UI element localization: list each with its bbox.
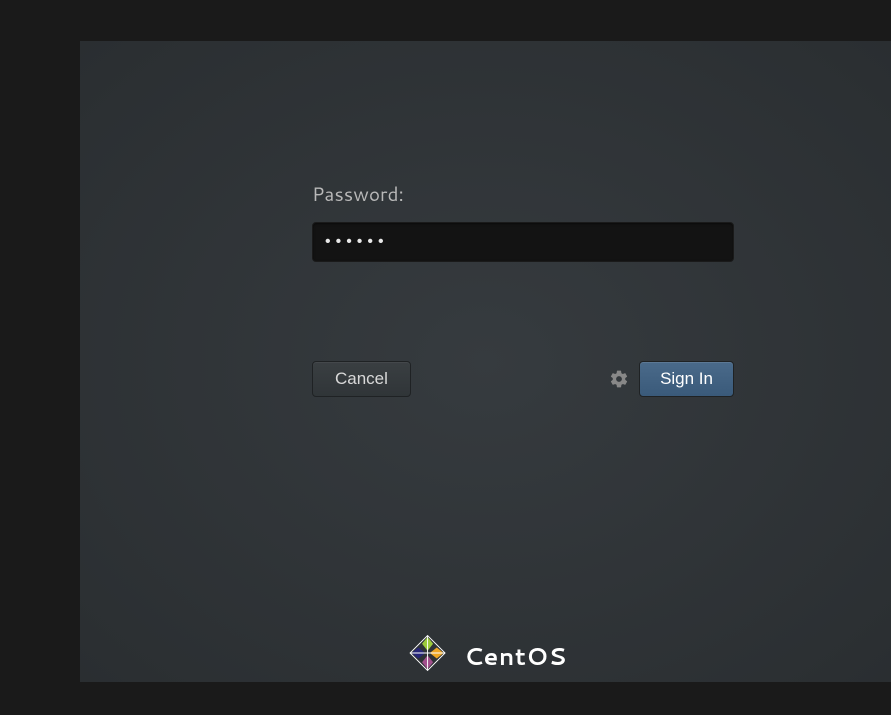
centos-logo-text: CentOS <box>464 639 567 673</box>
centos-branding: CentOS <box>404 630 567 682</box>
right-button-group: Sign In <box>609 361 734 397</box>
signin-button[interactable]: Sign In <box>639 361 734 397</box>
centos-logo-icon <box>404 630 450 682</box>
password-label: Password: <box>312 181 734 208</box>
login-form: Password: <box>312 181 734 262</box>
cancel-button[interactable]: Cancel <box>312 361 411 397</box>
gear-icon[interactable] <box>609 369 629 389</box>
login-panel: Password: Cancel Sign In <box>80 41 891 682</box>
button-row: Cancel Sign In <box>312 361 734 397</box>
password-input[interactable] <box>312 222 734 262</box>
